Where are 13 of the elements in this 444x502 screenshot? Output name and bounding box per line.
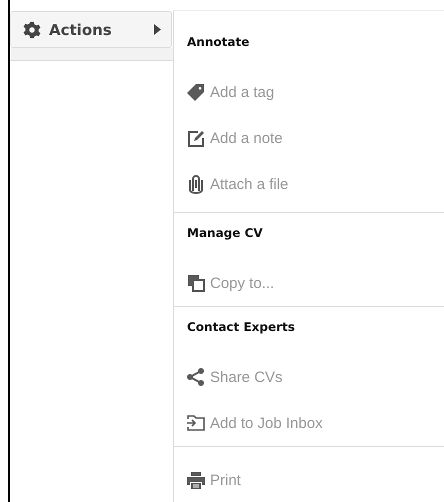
section-header: Annotate bbox=[187, 35, 250, 51]
folder-icon bbox=[186, 413, 206, 433]
note-icon bbox=[186, 128, 206, 148]
paperclip-icon bbox=[186, 174, 206, 194]
gear-icon bbox=[23, 20, 41, 38]
caret-icon bbox=[154, 24, 161, 35]
tag-icon bbox=[186, 82, 206, 102]
printer-icon bbox=[186, 470, 206, 490]
section-header: Manage CV bbox=[187, 226, 264, 242]
share-icon bbox=[186, 367, 206, 387]
actions-button[interactable]: Actions bbox=[10, 11, 172, 48]
copy-icon bbox=[186, 273, 206, 293]
section-header: Contact Experts bbox=[187, 320, 296, 336]
